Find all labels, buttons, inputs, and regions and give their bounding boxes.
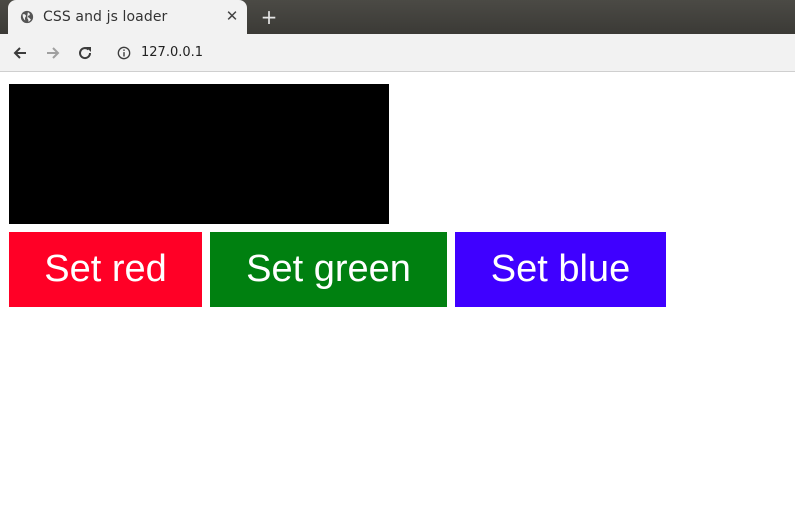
info-icon[interactable] bbox=[117, 46, 131, 60]
set-green-button[interactable]: Set green bbox=[210, 232, 447, 307]
set-blue-button[interactable]: Set blue bbox=[455, 232, 666, 307]
set-red-button[interactable]: Set red bbox=[9, 232, 202, 307]
address-bar[interactable]: 127.0.0.1 bbox=[108, 38, 795, 67]
back-button[interactable] bbox=[9, 42, 31, 64]
tab-title: CSS and js loader bbox=[43, 9, 168, 25]
tab-strip: CSS and js loader ✕ + bbox=[0, 0, 795, 34]
close-icon[interactable]: ✕ bbox=[224, 8, 240, 24]
reload-button[interactable] bbox=[74, 42, 96, 64]
globe-icon bbox=[20, 10, 34, 24]
reload-icon bbox=[79, 47, 92, 60]
arrow-left-icon bbox=[13, 47, 26, 59]
forward-button[interactable] bbox=[42, 42, 64, 64]
arrow-right-icon bbox=[47, 47, 60, 59]
browser-tab[interactable]: CSS and js loader ✕ bbox=[8, 0, 247, 34]
browser-toolbar: 127.0.0.1 bbox=[0, 34, 795, 72]
url-text[interactable]: 127.0.0.1 bbox=[141, 45, 203, 60]
display-box bbox=[9, 84, 389, 224]
plus-icon[interactable]: + bbox=[259, 7, 279, 27]
